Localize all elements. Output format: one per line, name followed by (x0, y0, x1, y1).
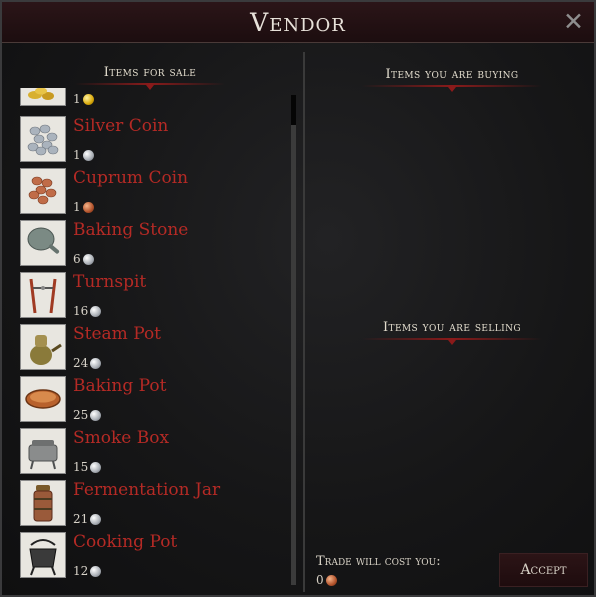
item-price: 15 (73, 460, 102, 474)
trade-cost-value: 0 (316, 573, 337, 587)
baking-stone-icon (20, 220, 66, 266)
item-price: 25 (73, 408, 102, 422)
list-item[interactable]: Baking Pot 25 (18, 376, 286, 428)
window-title: Vendor (250, 8, 346, 37)
item-price: 12 (73, 564, 102, 578)
item-name: Baking Stone (73, 220, 189, 240)
item-price: 24 (73, 356, 102, 370)
smoke-box-icon (20, 428, 66, 474)
list-item[interactable]: Cuprum Coin 1 (18, 168, 286, 220)
panel-divider (303, 52, 305, 592)
items-selling-heading: Items you are selling (362, 320, 542, 345)
silver-coin-icon (90, 305, 102, 317)
list-item[interactable]: Steam Pot 24 (18, 324, 286, 376)
item-price: 1 (73, 148, 94, 162)
item-name: Smoke Box (73, 428, 170, 448)
fermentation-jar-icon (20, 480, 66, 526)
silver-coin-icon (90, 565, 102, 577)
item-name: Turnspit (73, 272, 147, 292)
gold-coin-icon (20, 88, 66, 106)
baking-pot-icon (20, 376, 66, 422)
silver-coin-icon (90, 357, 102, 369)
item-price: 1 (73, 200, 94, 214)
item-price: 16 (73, 304, 102, 318)
item-name: Silver Coin (73, 116, 169, 136)
cuprum-coin-icon (325, 574, 337, 586)
silver-coin-icon (90, 461, 102, 473)
items-for-sale-heading: Items for sale (75, 65, 225, 90)
item-name: Cuprum Coin (73, 168, 189, 188)
scrollbar-thumb[interactable] (291, 95, 296, 125)
silver-coin-icon (82, 253, 94, 265)
gold-coin-icon (82, 93, 94, 105)
trade-cost-label: Trade will cost you: (316, 554, 441, 569)
close-icon[interactable]: ✕ (563, 7, 584, 36)
item-price: 6 (73, 252, 94, 266)
item-name: Cooking Pot (73, 532, 178, 552)
list-item[interactable]: Baking Stone 6 (18, 220, 286, 272)
title-bar: Vendor ✕ (2, 2, 594, 43)
turnspit-icon (20, 272, 66, 318)
vendor-window: Vendor ✕ Items for sale Items you are bu… (0, 0, 596, 597)
list-item[interactable]: Cooking Pot 12 (18, 532, 286, 584)
scrollbar[interactable] (291, 95, 296, 585)
cuprum-coin-icon (20, 168, 66, 214)
item-name: Steam Pot (73, 324, 162, 344)
steam-pot-icon (20, 324, 66, 370)
list-item[interactable]: Fermentation Jar 21 (18, 480, 286, 532)
items-buying-heading: Items you are buying (362, 67, 542, 92)
list-item[interactable]: 1 (18, 88, 286, 112)
cooking-pot-icon (20, 532, 66, 578)
item-price: 1 (73, 92, 94, 106)
item-name: Fermentation Jar (73, 480, 221, 500)
list-item[interactable]: Turnspit 16 (18, 272, 286, 324)
silver-coin-icon (82, 149, 94, 161)
item-price: 21 (73, 512, 102, 526)
silver-coin-icon (20, 116, 66, 162)
accept-button[interactable]: Accept (499, 553, 588, 587)
list-item[interactable]: Smoke Box 15 (18, 428, 286, 480)
silver-coin-icon (90, 409, 102, 421)
item-name: Baking Pot (73, 376, 167, 396)
silver-coin-icon (90, 513, 102, 525)
list-item[interactable]: Silver Coin 1 (18, 116, 286, 168)
cuprum-coin-icon (82, 201, 94, 213)
items-for-sale-list: 1 Silver Coin 1 Cuprum Coin 1 Baking Sto… (18, 88, 286, 586)
